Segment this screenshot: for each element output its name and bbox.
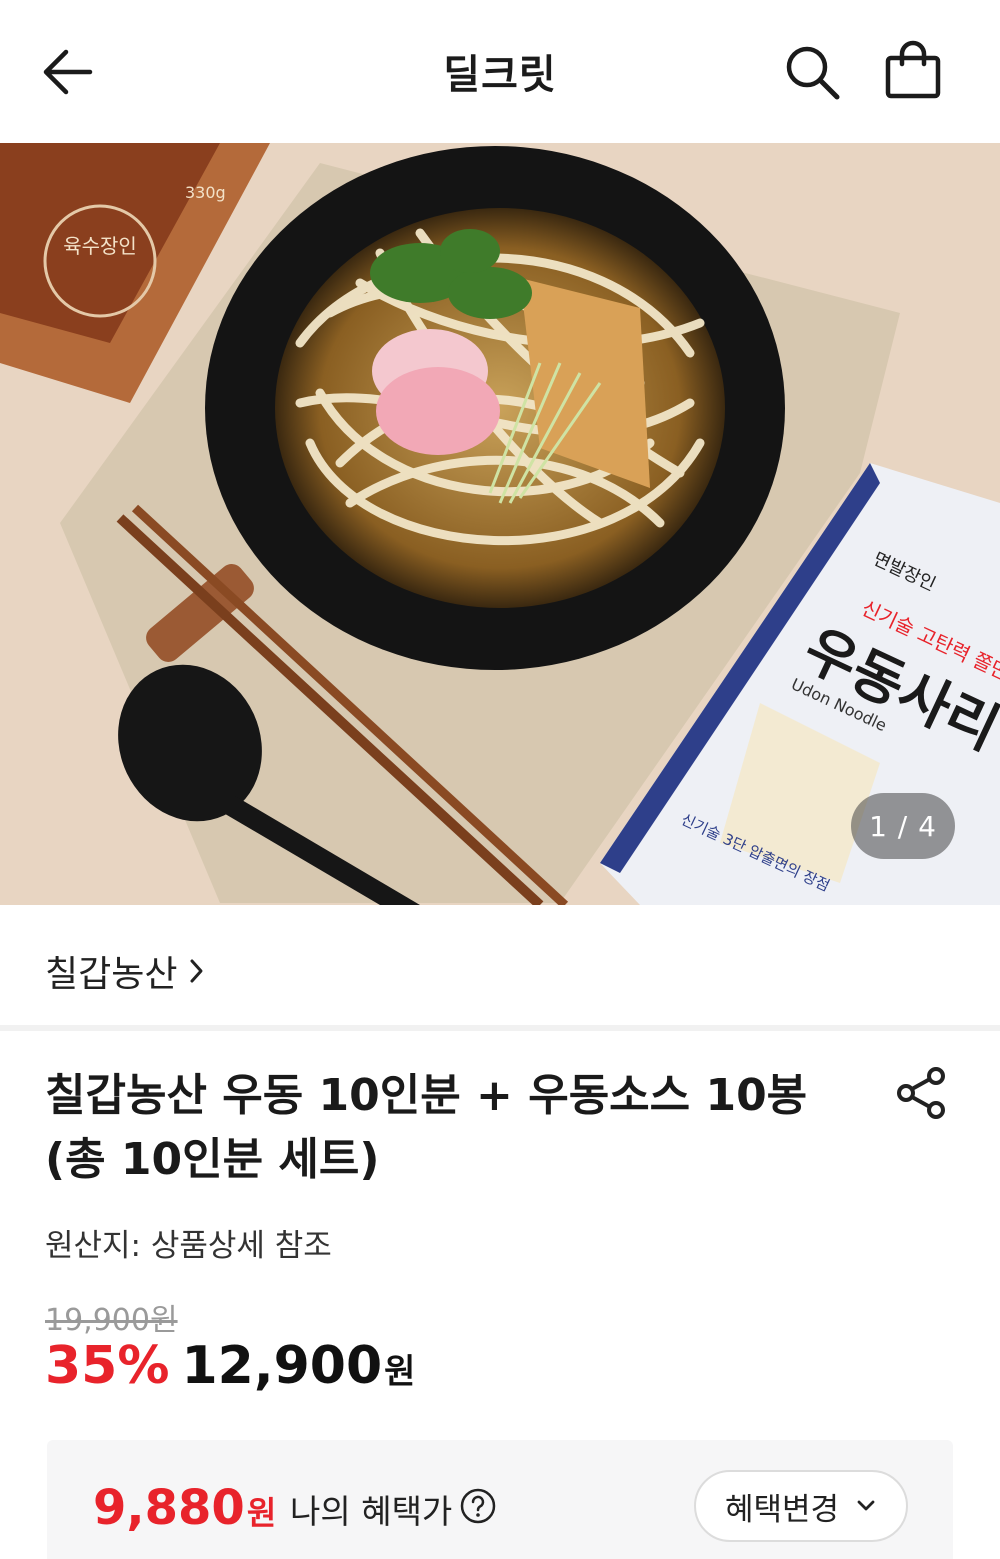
image-counter-badge: 1 / 4 (851, 793, 955, 859)
benefit-price-value: 9,880 (93, 1480, 245, 1536)
page-title: 딜크릿 (443, 52, 557, 98)
chevron-down-icon (857, 1500, 875, 1511)
sale-price: 12,900 (181, 1336, 383, 1396)
chevron-right-icon (190, 959, 203, 983)
help-icon[interactable] (459, 1487, 497, 1525)
section-divider (0, 1025, 1000, 1031)
change-benefit-label: 혜택변경 (724, 1491, 840, 1528)
shopping-bag-icon[interactable] (882, 40, 944, 102)
share-icon[interactable] (892, 1064, 950, 1122)
package-seal-text: 육수장인 (63, 234, 137, 258)
product-image-gallery[interactable]: 육수장인 330g 면발장인 신기술 고탄력 쫄면 우동사리 Udon Nood… (0, 143, 1000, 905)
benefit-label: 나의 혜택가 (290, 1492, 453, 1531)
product-photo-udon: 육수장인 330g 면발장인 신기술 고탄력 쫄면 우동사리 Udon Nood… (0, 143, 1000, 905)
benefit-price-unit: 원 (246, 1494, 277, 1532)
product-title: 칠갑농산 우동 10인분 + 우동소스 10봉 (총 10인분 세트) (45, 1070, 808, 1185)
price-row: 35% 12,900 원 (45, 1336, 415, 1400)
search-icon[interactable] (782, 42, 842, 102)
original-price: 19,900원 (45, 1303, 178, 1338)
discount-rate: 35% (45, 1336, 170, 1396)
benefit-price: 9,880 원 (93, 1480, 276, 1536)
package-weight-text: 330g (185, 183, 226, 202)
origin-info: 원산지: 상품상세 참조 (45, 1228, 332, 1264)
benefit-price-box: 9,880 원 나의 혜택가 혜택변경 (47, 1440, 953, 1559)
brand-name: 칠갑농산 (45, 954, 178, 995)
change-benefit-button[interactable]: 혜택변경 (694, 1470, 908, 1542)
sale-price-unit: 원 (384, 1352, 416, 1392)
top-app-bar: 딜크릿 (0, 0, 1000, 143)
brand-link[interactable]: 칠갑농산 (0, 905, 1000, 1025)
